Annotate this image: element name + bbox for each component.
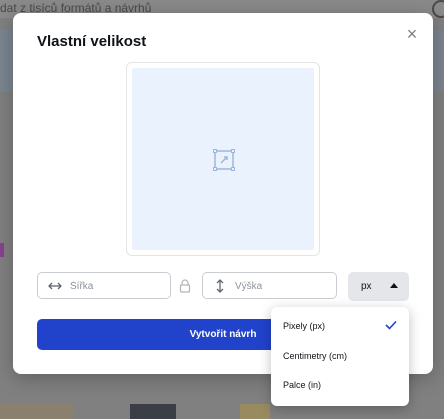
width-input[interactable] xyxy=(68,277,167,296)
background-card xyxy=(240,404,270,419)
height-input[interactable] xyxy=(233,277,332,296)
unit-dropdown-menu: Pixely (px) Centimetry (cm) Palce (in) xyxy=(271,307,409,406)
unit-option-in[interactable]: Palce (in) xyxy=(283,380,321,390)
width-field[interactable] xyxy=(37,272,171,299)
unit-select-value: px xyxy=(361,281,372,292)
unit-option-cm[interactable]: Centimetry (cm) xyxy=(283,351,347,361)
caret-up-icon xyxy=(390,283,398,288)
background-edge-icon xyxy=(432,0,444,18)
resize-icon xyxy=(213,149,235,171)
background-cards xyxy=(0,404,444,419)
dialog-title: Vlastní velikost xyxy=(37,33,147,50)
unit-option-px[interactable]: Pixely (px) xyxy=(283,321,325,331)
preview-canvas xyxy=(132,68,314,250)
unit-select[interactable]: px xyxy=(348,272,409,301)
background-left-glyph xyxy=(0,243,4,257)
horizontal-arrow-icon xyxy=(48,282,62,290)
height-field[interactable] xyxy=(202,272,337,299)
size-preview xyxy=(126,62,320,256)
background-card xyxy=(130,404,176,419)
close-button[interactable]: × xyxy=(404,25,420,43)
background-card xyxy=(0,404,74,419)
lock-icon[interactable] xyxy=(179,279,191,293)
check-icon xyxy=(385,320,397,330)
vertical-arrow-icon xyxy=(216,279,224,293)
